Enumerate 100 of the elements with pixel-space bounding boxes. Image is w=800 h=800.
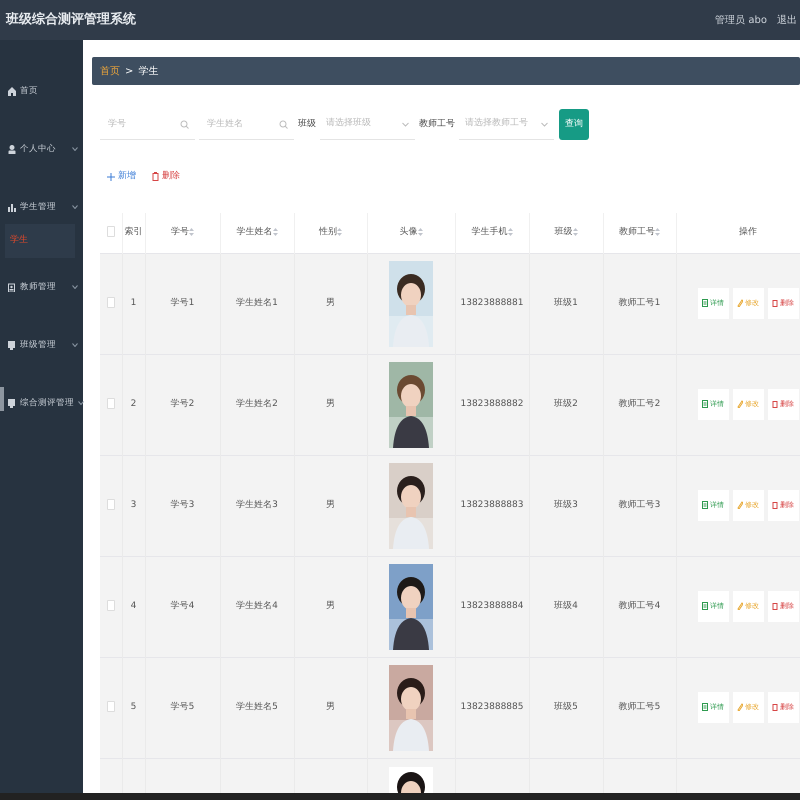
chevron-down-icon <box>541 122 548 126</box>
sort-icon <box>572 228 578 236</box>
table-cell: 男 <box>326 500 335 510</box>
sidebar-subitem[interactable]: 学生 <box>5 224 75 258</box>
column-header[interactable]: 性别 <box>294 213 367 253</box>
trash-icon <box>772 299 778 308</box>
checkbox[interactable] <box>106 498 115 510</box>
table-cell: 学生姓名1 <box>236 298 278 308</box>
sort-icon <box>418 228 422 236</box>
sort-icon <box>272 228 278 236</box>
sort-icon <box>508 228 512 236</box>
column-header[interactable]: 学号 <box>145 213 220 253</box>
sidebar-item[interactable]: 班级管理 <box>0 316 83 374</box>
trash-icon <box>772 400 778 408</box>
sidebar-item[interactable]: 综合测评管理 <box>0 374 83 432</box>
table-cell: 学生姓名4 <box>236 600 278 611</box>
monitor-icon <box>8 398 16 408</box>
sort-icon <box>655 228 660 236</box>
pencil-icon <box>736 299 743 308</box>
chevron-down-icon <box>72 343 78 347</box>
table-cell: 班级4 <box>554 600 578 611</box>
column-header[interactable]: 学生姓名 <box>220 213 294 253</box>
table-cell: 13823888885 <box>460 702 524 712</box>
sort-icon <box>337 228 342 236</box>
table-cell: 学生姓名5 <box>236 702 278 712</box>
table-cell: 13823888884 <box>460 600 524 611</box>
add-button[interactable]: 新增 <box>107 170 136 184</box>
document-icon <box>702 501 708 510</box>
document-icon <box>702 299 708 308</box>
document-icon <box>702 602 708 610</box>
table-cell: 1 <box>130 298 136 308</box>
table-cell: 5 <box>130 702 136 712</box>
person-icon <box>8 144 16 154</box>
column-header: 索引 <box>122 213 145 253</box>
table-cell: 3 <box>130 500 136 510</box>
chevron-down-icon <box>78 401 84 405</box>
table-cell: 学号3 <box>170 500 194 510</box>
column-header[interactable]: 头像 <box>367 213 455 253</box>
checkbox[interactable] <box>106 226 115 238</box>
table-cell: 13823888882 <box>460 398 524 409</box>
breadcrumb-link[interactable]: 首页 <box>100 64 120 78</box>
table-cell: 班级1 <box>554 298 578 308</box>
table-cell: 教师工号4 <box>618 600 660 611</box>
bar-chart-icon <box>8 202 16 212</box>
table-cell: 教师工号2 <box>618 398 660 409</box>
breadcrumb-separator: > <box>125 64 134 78</box>
sort-icon <box>189 228 194 236</box>
query-button[interactable]: 查询 <box>559 109 589 140</box>
table-cell: 学生姓名2 <box>236 398 278 409</box>
monitor-icon <box>8 340 16 350</box>
pencil-icon <box>736 501 743 510</box>
column-header[interactable]: 教师工号 <box>603 213 676 253</box>
pencil-icon <box>736 602 743 610</box>
document-icon <box>702 703 708 712</box>
logout-link[interactable]: 退出 <box>777 12 797 28</box>
table-cell: 男 <box>326 298 335 308</box>
id-card-icon <box>8 282 16 292</box>
document-icon <box>702 400 708 408</box>
trash-icon <box>772 501 778 510</box>
sidebar-item[interactable]: 首页 <box>0 62 83 120</box>
pencil-icon <box>736 703 743 712</box>
app-title: 班级综合测评管理系统 <box>6 10 136 30</box>
table-cell: 学号2 <box>170 398 194 409</box>
table-cell: 班级3 <box>554 500 578 510</box>
pencil-icon <box>736 400 743 408</box>
checkbox[interactable] <box>106 700 115 712</box>
trash-icon <box>772 602 778 610</box>
user-name: 管理员 abo <box>715 14 767 28</box>
column-header[interactable]: 班级 <box>529 213 603 253</box>
table-cell: 男 <box>326 702 335 712</box>
column-header: 操作 <box>676 213 800 253</box>
sidebar-item[interactable]: 教师管理 <box>0 258 83 316</box>
search-icon <box>279 120 288 129</box>
table-cell: 教师工号5 <box>618 702 660 712</box>
home-icon <box>8 86 16 96</box>
table-cell: 13823888881 <box>460 298 524 308</box>
delete-button[interactable]: 删除 <box>152 170 180 184</box>
table-cell: 13823888883 <box>460 500 524 510</box>
checkbox[interactable] <box>106 398 115 409</box>
chevron-down-icon <box>402 122 409 126</box>
search-icon <box>180 120 189 129</box>
column-header[interactable]: 学生手机 <box>455 213 529 253</box>
table-cell: 学号1 <box>170 298 194 308</box>
table-cell: 班级2 <box>554 398 578 409</box>
chevron-down-icon <box>72 205 78 209</box>
chevron-down-icon <box>72 147 78 151</box>
table-cell: 教师工号3 <box>618 500 660 510</box>
sidebar-item[interactable]: 个人中心 <box>0 120 83 178</box>
table-cell: 学号5 <box>170 702 194 712</box>
filter-label: 班级 <box>298 118 316 131</box>
table-cell: 学生姓名3 <box>236 500 278 510</box>
collapse-handle[interactable] <box>0 387 4 411</box>
table-cell: 教师工号1 <box>618 298 660 308</box>
checkbox[interactable] <box>106 296 115 308</box>
table-cell: 学号4 <box>170 600 194 611</box>
table-cell: 班级5 <box>554 702 578 712</box>
checkbox[interactable] <box>106 600 115 611</box>
filter-label: 教师工号 <box>419 118 455 131</box>
table-cell: 男 <box>326 600 335 611</box>
chevron-down-icon <box>72 285 78 289</box>
